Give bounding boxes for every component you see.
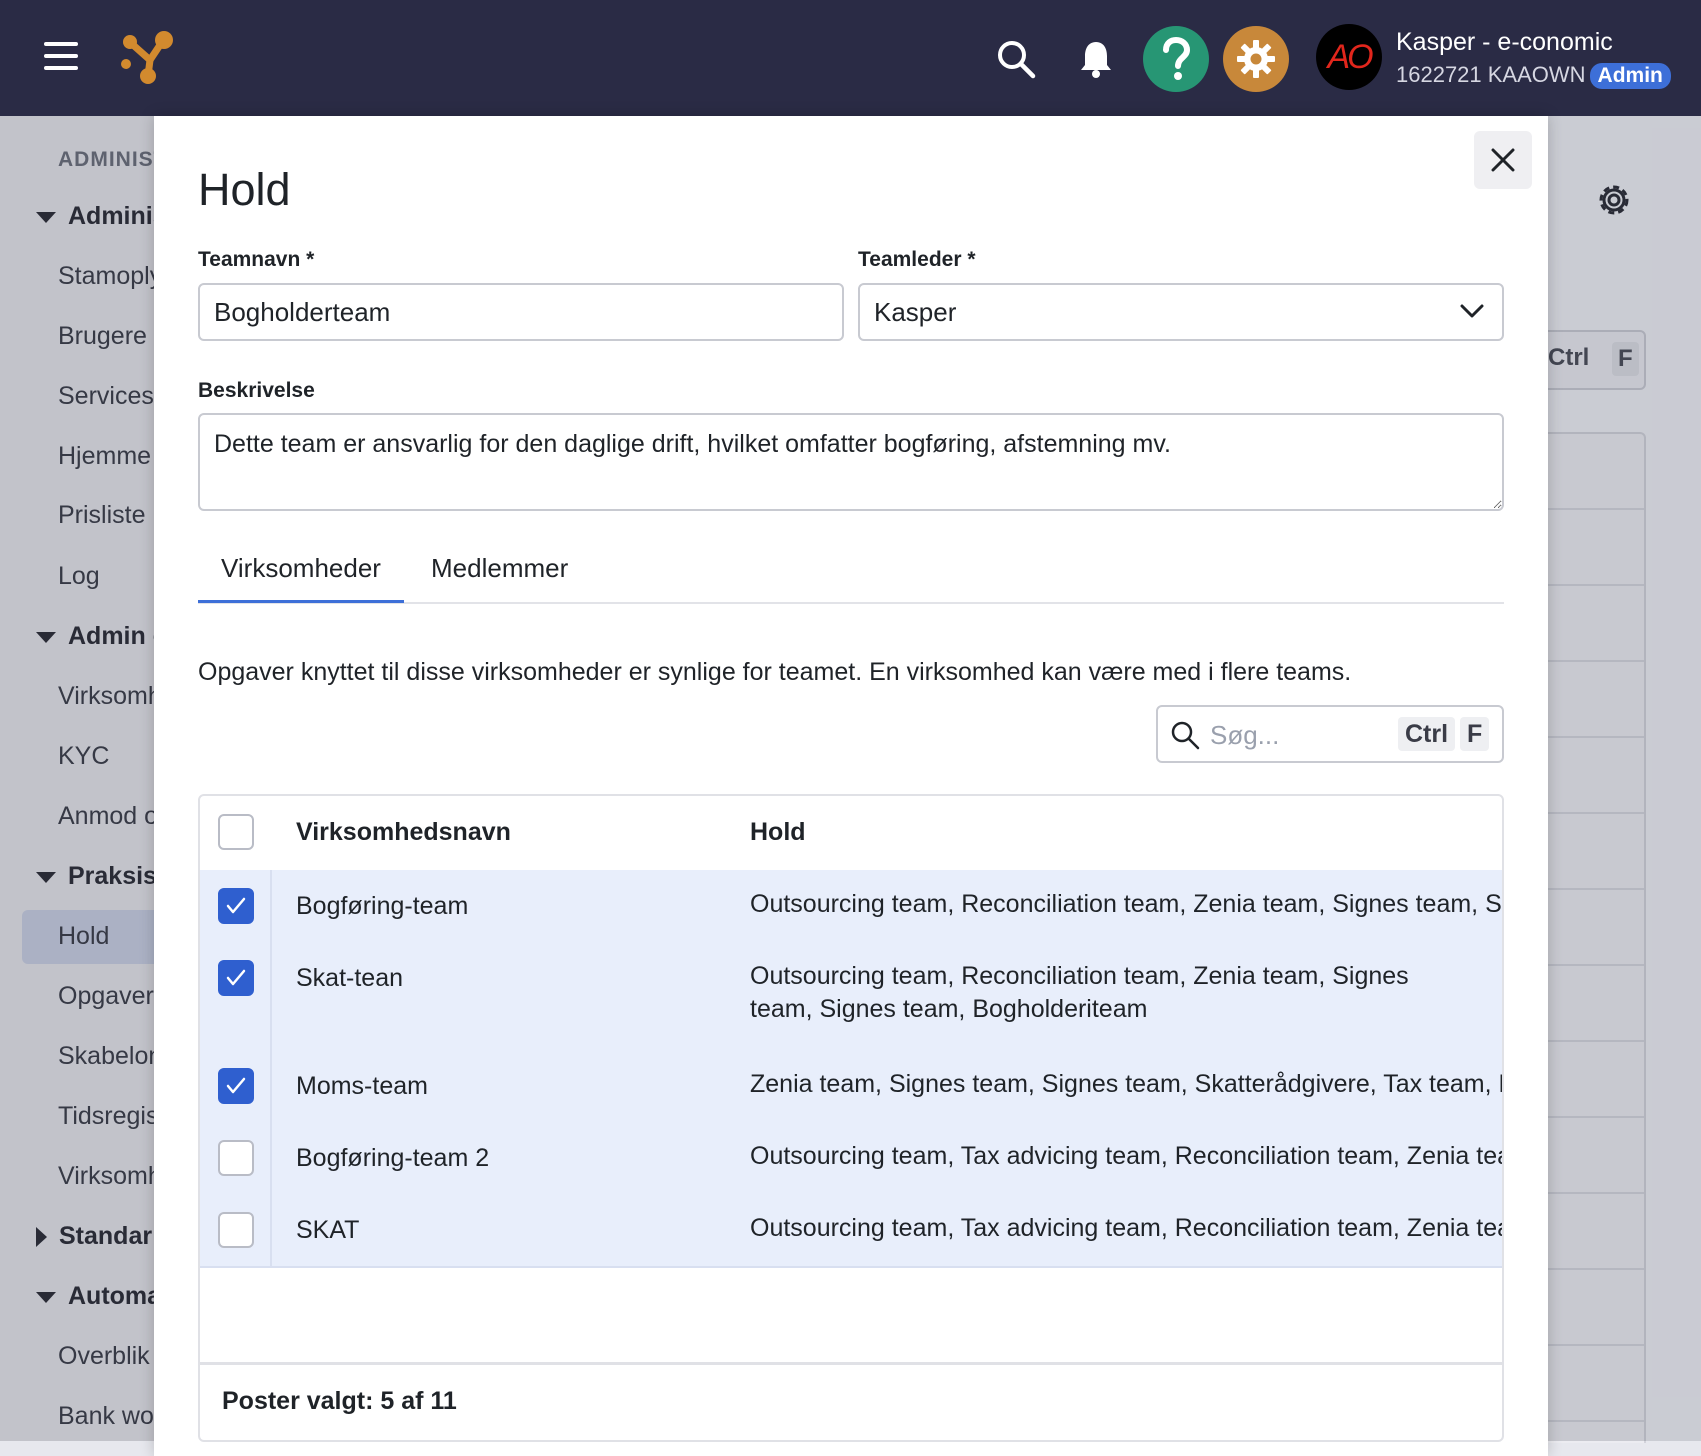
company-table: Virksomhedsnavn Hold Bogføring-team Outs… <box>198 794 1504 1442</box>
kbd-f: F <box>1460 717 1490 751</box>
close-icon <box>1491 148 1515 172</box>
select-all-checkbox[interactable] <box>218 814 254 850</box>
checkmark-icon <box>226 969 246 986</box>
modal-title: Hold <box>198 164 291 215</box>
row-checkbox-checked[interactable] <box>218 888 254 924</box>
team-name-label: Teamnavn * <box>198 248 315 271</box>
description-textarea[interactable]: Dette team er ansvarlig for den daglige … <box>198 413 1504 511</box>
avatar-text: AO <box>1327 37 1373 76</box>
search-icon <box>1171 721 1200 750</box>
selection-count: Poster valgt: 5 af 11 <box>222 1387 457 1415</box>
search-icon[interactable] <box>985 28 1047 90</box>
tab-medlemmer[interactable]: Medlemmer <box>431 536 568 600</box>
company-name: Bogføring-team 2 <box>296 1144 490 1172</box>
team-name-input[interactable] <box>214 296 828 328</box>
checkmark-icon <box>226 897 246 914</box>
tab-virksomheder[interactable]: Virksomheder <box>198 536 404 603</box>
table-row[interactable]: Moms-team Zenia team, Signes team, Signe… <box>200 1050 1502 1124</box>
checkmark-icon <box>226 1077 246 1094</box>
company-name: SKAT <box>296 1216 360 1244</box>
row-checkbox-unchecked[interactable] <box>218 1140 254 1176</box>
search-field[interactable]: Søg... Ctrl F <box>1156 705 1504 763</box>
row-checkbox-checked[interactable] <box>218 960 254 996</box>
company-teams: Outsourcing team, Reconciliation team, Z… <box>750 962 1409 1023</box>
app-logo-icon[interactable] <box>118 30 178 86</box>
search-placeholder: Søg... <box>1210 720 1280 750</box>
hamburger-menu-icon[interactable] <box>44 42 78 72</box>
team-lead-label: Teamleder * <box>858 248 976 271</box>
help-icon[interactable] <box>1143 26 1209 92</box>
team-name-field[interactable] <box>198 283 844 341</box>
column-header-name[interactable]: Virksomhedsnavn <box>296 818 511 847</box>
top-bar: AO Kasper - e-conomic 1622721 KAAOWN Admi… <box>0 0 1701 116</box>
chevron-down-icon <box>1460 304 1484 318</box>
table-row[interactable]: Bogføring-team 2 Outsourcing team, Tax a… <box>200 1122 1502 1196</box>
modal-tabs: Virksomheder Medlemmer <box>198 536 1504 604</box>
account-info: 1622721 KAAOWN Admin <box>1396 62 1671 89</box>
row-checkbox-unchecked[interactable] <box>218 1212 254 1248</box>
team-modal: Hold Teamnavn * Teamleder * Kasper Beskr… <box>154 116 1548 1456</box>
kbd-ctrl: Ctrl <box>1398 717 1456 751</box>
column-header-hold[interactable]: Hold <box>750 818 806 847</box>
company-teams: Outsourcing team, Tax advicing team, Rec… <box>750 1214 1502 1242</box>
table-header: Virksomhedsnavn Hold <box>200 796 1502 872</box>
team-lead-value: Kasper <box>874 296 957 327</box>
account-avatar[interactable]: AO <box>1316 24 1382 90</box>
close-button[interactable] <box>1474 131 1532 189</box>
settings-gear-icon[interactable] <box>1223 26 1289 92</box>
role-badge: Admin <box>1589 63 1671 89</box>
info-text: Opgaver knyttet til disse virksomheder e… <box>198 658 1352 686</box>
company-name: Moms-team <box>296 1072 428 1100</box>
company-teams: Outsourcing team, Reconciliation team, Z… <box>750 890 1502 918</box>
account-name[interactable]: Kasper - e-conomic <box>1396 28 1613 57</box>
team-lead-select[interactable]: Kasper <box>858 283 1504 341</box>
account-id: 1622721 KAAOWN <box>1396 62 1586 87</box>
company-teams: Outsourcing team, Tax advicing team, Rec… <box>750 1142 1502 1170</box>
bell-icon[interactable] <box>1065 28 1127 90</box>
row-checkbox-checked[interactable] <box>218 1068 254 1104</box>
description-label: Beskrivelse <box>198 379 315 402</box>
table-row[interactable]: Skat-tean Outsourcing team, Reconciliati… <box>200 942 1502 1052</box>
company-teams: Zenia team, Signes team, Signes team, Sk… <box>750 1070 1502 1098</box>
table-row[interactable]: Bogføring-team Outsourcing team, Reconci… <box>200 870 1502 944</box>
company-name: Bogføring-team <box>296 892 469 920</box>
table-footer: Poster valgt: 5 af 11 <box>200 1362 1502 1440</box>
table-row[interactable]: SKAT Outsourcing team, Tax advicing team… <box>200 1194 1502 1268</box>
company-name: Skat-tean <box>296 964 404 992</box>
